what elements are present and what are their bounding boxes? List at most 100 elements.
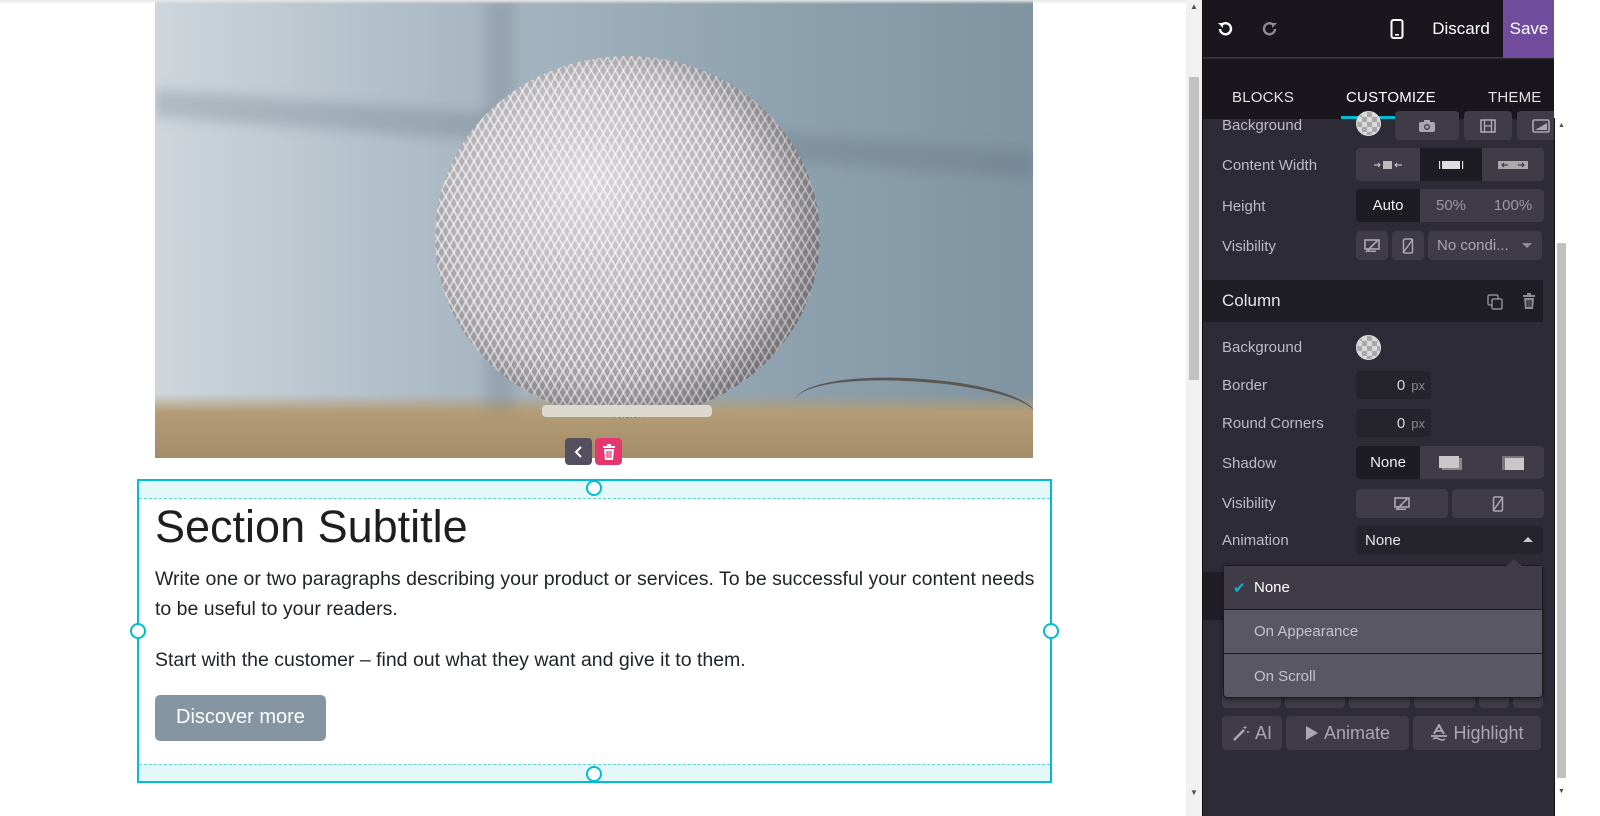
inset-shadow-icon [1502, 455, 1524, 470]
background-color-swatch[interactable] [1356, 111, 1381, 136]
redo-button[interactable] [1258, 17, 1282, 41]
scrollbar-thumb[interactable] [1189, 77, 1199, 380]
delete-column-button[interactable] [1522, 293, 1536, 314]
discover-more-button[interactable]: Discover more [155, 695, 326, 741]
option-background: Background [1203, 107, 1554, 143]
scroll-down-arrow-icon[interactable]: ▼ [1558, 788, 1565, 795]
option-label: On Scroll [1254, 667, 1316, 685]
mobile-preview-button[interactable] [1385, 17, 1409, 41]
background-video-button[interactable] [1464, 111, 1512, 140]
window-edge [1568, 0, 1600, 816]
option-height: Height Auto 50% 100% [1203, 188, 1544, 224]
mobile-preview-icon [1390, 19, 1404, 39]
trash-icon [602, 443, 615, 460]
round-corners-value: 0 [1396, 414, 1406, 432]
visibility-condition-value: No condi... [1437, 237, 1509, 254]
dropdown-option-none[interactable]: ✔ None [1224, 566, 1542, 610]
scrollbar-thumb[interactable] [1557, 243, 1566, 778]
animate-label: Animate [1323, 722, 1391, 743]
border-value: 0 [1396, 376, 1406, 394]
shadow-inset[interactable] [1482, 446, 1544, 479]
resize-handle-top[interactable] [586, 480, 602, 496]
hide-column-on-desktop-button[interactable] [1356, 489, 1448, 518]
shadow-outset[interactable] [1420, 446, 1482, 479]
option-label: Visibility [1222, 237, 1276, 255]
height-option[interactable]: 50% [1420, 189, 1482, 222]
tab-theme[interactable]: THEME [1488, 89, 1542, 106]
top-shadow [0, 0, 1186, 4]
undo-icon [1218, 22, 1233, 36]
section-title: Column [1222, 291, 1281, 310]
dropdown-option-on-scroll[interactable]: On Scroll [1224, 654, 1542, 698]
highlight-button[interactable]: Highlight [1413, 716, 1541, 750]
snippet-toolbar [565, 438, 622, 465]
product-image[interactable] [155, 0, 1033, 458]
gradient-icon [1531, 118, 1550, 133]
desktop-hidden-icon [1364, 238, 1380, 253]
hide-on-mobile-button[interactable] [1392, 231, 1424, 260]
hide-on-desktop-button[interactable] [1356, 231, 1388, 260]
animation-select[interactable]: None [1356, 526, 1543, 554]
column-content: Section Subtitle Write one or two paragr… [155, 500, 1035, 741]
height-option[interactable]: 100% [1482, 189, 1544, 222]
save-button[interactable]: Save [1503, 0, 1554, 58]
content-width-regular[interactable] [1420, 148, 1482, 181]
caret-down-icon [1522, 243, 1532, 248]
background-image-button[interactable] [1395, 111, 1459, 140]
option-border: Border 0 px [1203, 367, 1543, 403]
resize-handle-left[interactable] [130, 623, 146, 639]
option-column-visibility: Visibility [1203, 485, 1544, 521]
ai-button[interactable]: AI [1222, 716, 1282, 750]
option-label: Content Width [1222, 156, 1318, 174]
visibility-condition-select[interactable]: No condi... [1428, 231, 1542, 260]
full-width-icon [1498, 160, 1528, 169]
outset-shadow-icon [1439, 455, 1462, 470]
canvas-scrollbar[interactable]: ▲ ▼ [1186, 0, 1202, 816]
content-width-full[interactable] [1482, 148, 1544, 181]
checkmark-icon: ✔ [1233, 580, 1246, 597]
hide-column-on-mobile-button[interactable] [1452, 489, 1544, 518]
speaker-base [542, 405, 712, 417]
paragraph[interactable]: Start with the customer – find out what … [155, 645, 1035, 675]
discard-button[interactable]: Discard [1421, 0, 1501, 58]
option-label: On Appearance [1254, 623, 1359, 640]
tab-blocks[interactable]: BLOCKS [1232, 89, 1294, 106]
resize-handle-bottom[interactable] [586, 766, 602, 782]
move-left-button[interactable] [565, 438, 592, 465]
option-label: Background [1222, 116, 1303, 134]
camera-icon [1419, 119, 1435, 132]
option-label: None [1254, 579, 1290, 596]
animate-button[interactable]: Animate [1286, 716, 1409, 750]
panel-scrollbar[interactable]: ▲ ▼ [1554, 118, 1568, 816]
resize-handle-right[interactable] [1043, 623, 1059, 639]
speaker-cable [792, 365, 1033, 451]
option-label: Round Corners [1222, 414, 1324, 432]
chevron-left-icon [574, 445, 582, 458]
scroll-up-arrow-icon[interactable]: ▲ [1190, 2, 1198, 11]
undo-button[interactable] [1213, 17, 1237, 41]
height-option[interactable]: Auto [1356, 189, 1420, 222]
option-label: Visibility [1222, 494, 1276, 512]
option-content-width: Content Width [1203, 147, 1544, 183]
tab-customize[interactable]: CUSTOMIZE [1346, 89, 1436, 106]
dropdown-option-on-appearance[interactable]: On Appearance [1224, 610, 1542, 654]
section-heading[interactable]: Section Subtitle [155, 500, 1035, 554]
paragraph[interactable]: Write one or two paragraphs describing y… [155, 564, 1035, 624]
option-shadow: Shadow None [1203, 445, 1544, 481]
scroll-up-arrow-icon[interactable]: ▲ [1558, 122, 1565, 129]
option-label: Border [1222, 376, 1268, 394]
background-gradient-button[interactable] [1517, 111, 1554, 140]
editor-panel: Discard Save BLOCKS CUSTOMIZE THEME Back… [1202, 0, 1554, 816]
round-corners-input[interactable]: 0 px [1356, 409, 1431, 437]
desktop-hidden-icon [1394, 496, 1410, 511]
column-background-swatch[interactable] [1356, 335, 1381, 360]
scroll-down-arrow-icon[interactable]: ▼ [1190, 788, 1198, 797]
border-width-input[interactable]: 0 px [1356, 371, 1431, 399]
magic-wand-icon [1233, 725, 1249, 741]
mobile-hidden-icon [1402, 237, 1414, 254]
option-label: Shadow [1222, 454, 1277, 472]
duplicate-column-button[interactable] [1487, 294, 1503, 315]
shadow-none[interactable]: None [1356, 446, 1420, 479]
content-width-small[interactable] [1356, 148, 1420, 181]
delete-snippet-button[interactable] [595, 438, 622, 465]
